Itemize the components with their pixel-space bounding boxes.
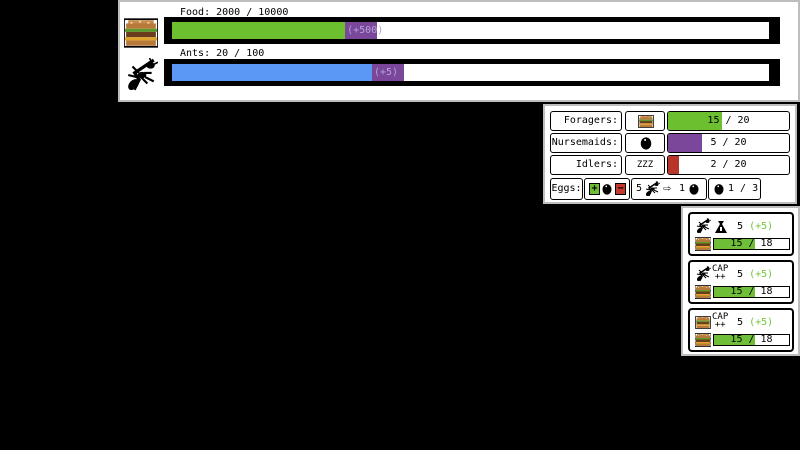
- food-bar: (+500): [164, 17, 780, 44]
- ants-bar-fill: [172, 64, 372, 81]
- egg-icon: [640, 137, 652, 150]
- ants-pending: (+5): [371, 64, 404, 81]
- capacity-upgrade-icon: CAP ++: [712, 312, 729, 330]
- bag-icon: [715, 221, 727, 233]
- job-row-idlers[interactable]: Idlers: ZZZ 2 / 20: [550, 155, 795, 175]
- burger-icon: [695, 316, 711, 329]
- burger-icon: [638, 115, 654, 128]
- remove-egg-button[interactable]: −: [615, 183, 626, 195]
- egg-conversion: 5 ⇨ 1: [631, 178, 707, 200]
- conversion-result: 1: [679, 183, 686, 194]
- job-icon-cell: [625, 133, 665, 153]
- job-bar[interactable]: 5 / 20: [667, 133, 790, 153]
- egg-count: 1 / 3: [728, 183, 759, 194]
- job-value: 2 / 20: [710, 159, 747, 170]
- burger-icon: [695, 285, 711, 299]
- upgrade-panel: 5 (+5) 15 / 18 CAP ++ 5 (+5) 15 / 18 CAP…: [681, 206, 800, 356]
- burger-icon: [695, 237, 711, 251]
- ant-icon: [695, 218, 711, 234]
- burger-icon: [695, 333, 711, 347]
- job-value: 15 / 20: [707, 115, 750, 126]
- card-cost: 15 / 18: [730, 238, 773, 249]
- add-egg-button[interactable]: +: [589, 183, 600, 195]
- egg-icon: [602, 184, 612, 195]
- ants-bar: (+5): [164, 59, 780, 86]
- card-cost: 15 / 18: [730, 286, 773, 297]
- resource-panel: Food: 2000 / 10000 (+500) Ants: 20 / 100…: [118, 0, 800, 102]
- card-count: 5 (+5): [737, 221, 774, 232]
- capacity-upgrade-icon: CAP ++: [712, 264, 729, 282]
- job-value: 5 / 20: [710, 137, 747, 148]
- job-bar[interactable]: 2 / 20: [667, 155, 790, 175]
- job-icon-cell: [625, 111, 665, 131]
- ant-icon: [644, 181, 660, 197]
- upgrade-card-food-capacity[interactable]: CAP ++ 5 (+5) 15 / 18: [688, 308, 794, 352]
- upgrade-card-ant-capacity[interactable]: CAP ++ 5 (+5) 15 / 18: [688, 260, 794, 304]
- card-cost: 15 / 18: [730, 334, 773, 345]
- zzz-icon: ZZZ: [625, 155, 665, 175]
- job-row-foragers[interactable]: Foragers: 15 / 20: [550, 111, 795, 131]
- conversion-count: 5: [636, 183, 643, 194]
- egg-icon: [689, 184, 699, 195]
- eggs-label: Eggs:: [550, 178, 583, 200]
- job-label: Idlers:: [550, 155, 622, 175]
- ant-icon: [124, 58, 158, 92]
- job-bar[interactable]: 15 / 20: [667, 111, 790, 131]
- egg-icon: [714, 184, 724, 195]
- card-cost-bar: 15 / 18: [713, 334, 790, 346]
- card-cost-bar: 15 / 18: [713, 238, 790, 250]
- burger-icon: [124, 18, 158, 48]
- ant-icon: [695, 266, 711, 282]
- food-bar-fill: [172, 22, 346, 39]
- card-count: 5 (+5): [737, 269, 774, 280]
- arrow-right-icon: ⇨: [663, 181, 671, 196]
- food-pending: (+500): [345, 22, 383, 39]
- card-cost-bar: 15 / 18: [713, 286, 790, 298]
- job-label: Foragers:: [550, 111, 622, 131]
- egg-count-box: 1 / 3: [708, 178, 761, 200]
- job-row-nursemaids[interactable]: Nursemaids: 5 / 20: [550, 133, 795, 153]
- egg-controls: + −: [584, 178, 630, 200]
- upgrade-card-foraging-ant[interactable]: 5 (+5) 15 / 18: [688, 212, 794, 256]
- ants-label: Ants: 20 / 100: [180, 48, 265, 59]
- job-label: Nursemaids:: [550, 133, 622, 153]
- job-panel: Foragers: 15 / 20 Nursemaids: 5 / 20 Idl…: [543, 104, 797, 204]
- card-count: 5 (+5): [737, 317, 774, 328]
